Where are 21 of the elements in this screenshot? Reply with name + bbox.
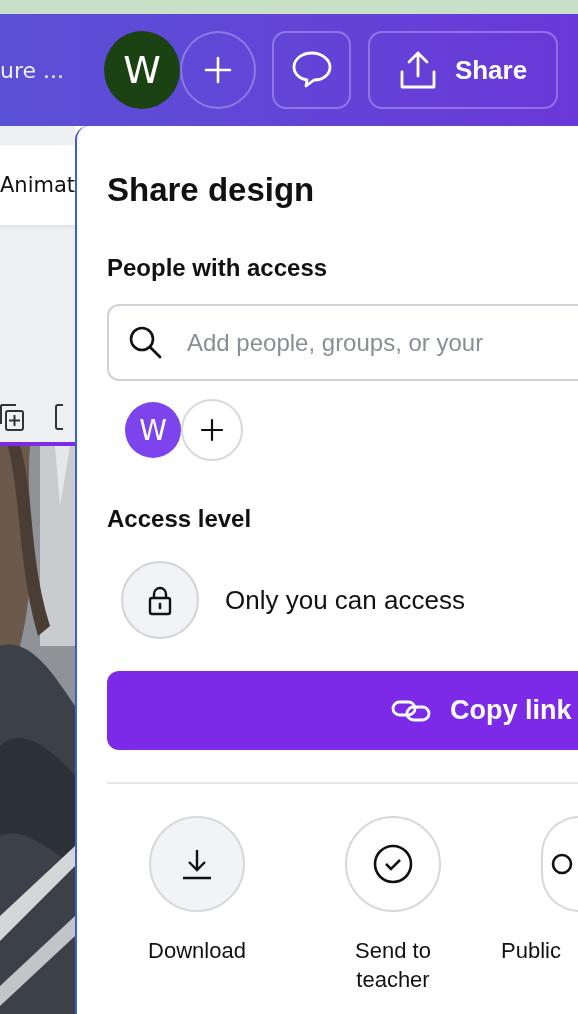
plus-icon — [203, 55, 233, 85]
share-button[interactable]: Share — [368, 31, 558, 109]
animation-tab[interactable]: Animat — [0, 145, 75, 225]
design-title[interactable]: ure ... — [0, 57, 64, 83]
action-label: Send to teacher — [354, 937, 432, 994]
person-avatar: W — [125, 402, 181, 458]
action-label: Public — [501, 937, 562, 965]
panel-title: Share design — [107, 170, 316, 210]
access-level-label: Only you can access — [225, 584, 465, 616]
comment-button[interactable] — [272, 31, 351, 109]
section-heading: People with access — [107, 254, 329, 282]
check-circle-icon — [372, 843, 414, 885]
plus-icon — [200, 418, 224, 442]
add-page-icon[interactable] — [0, 402, 26, 432]
user-avatar[interactable]: W — [104, 31, 180, 109]
search-field[interactable]: Add people, groups, or your — [107, 304, 578, 381]
section-heading: Access level — [107, 505, 253, 533]
copy-link-button[interactable]: Copy link — [107, 671, 578, 750]
download-icon — [180, 847, 214, 881]
upload-icon — [398, 50, 437, 90]
action-label: Download — [147, 937, 247, 965]
